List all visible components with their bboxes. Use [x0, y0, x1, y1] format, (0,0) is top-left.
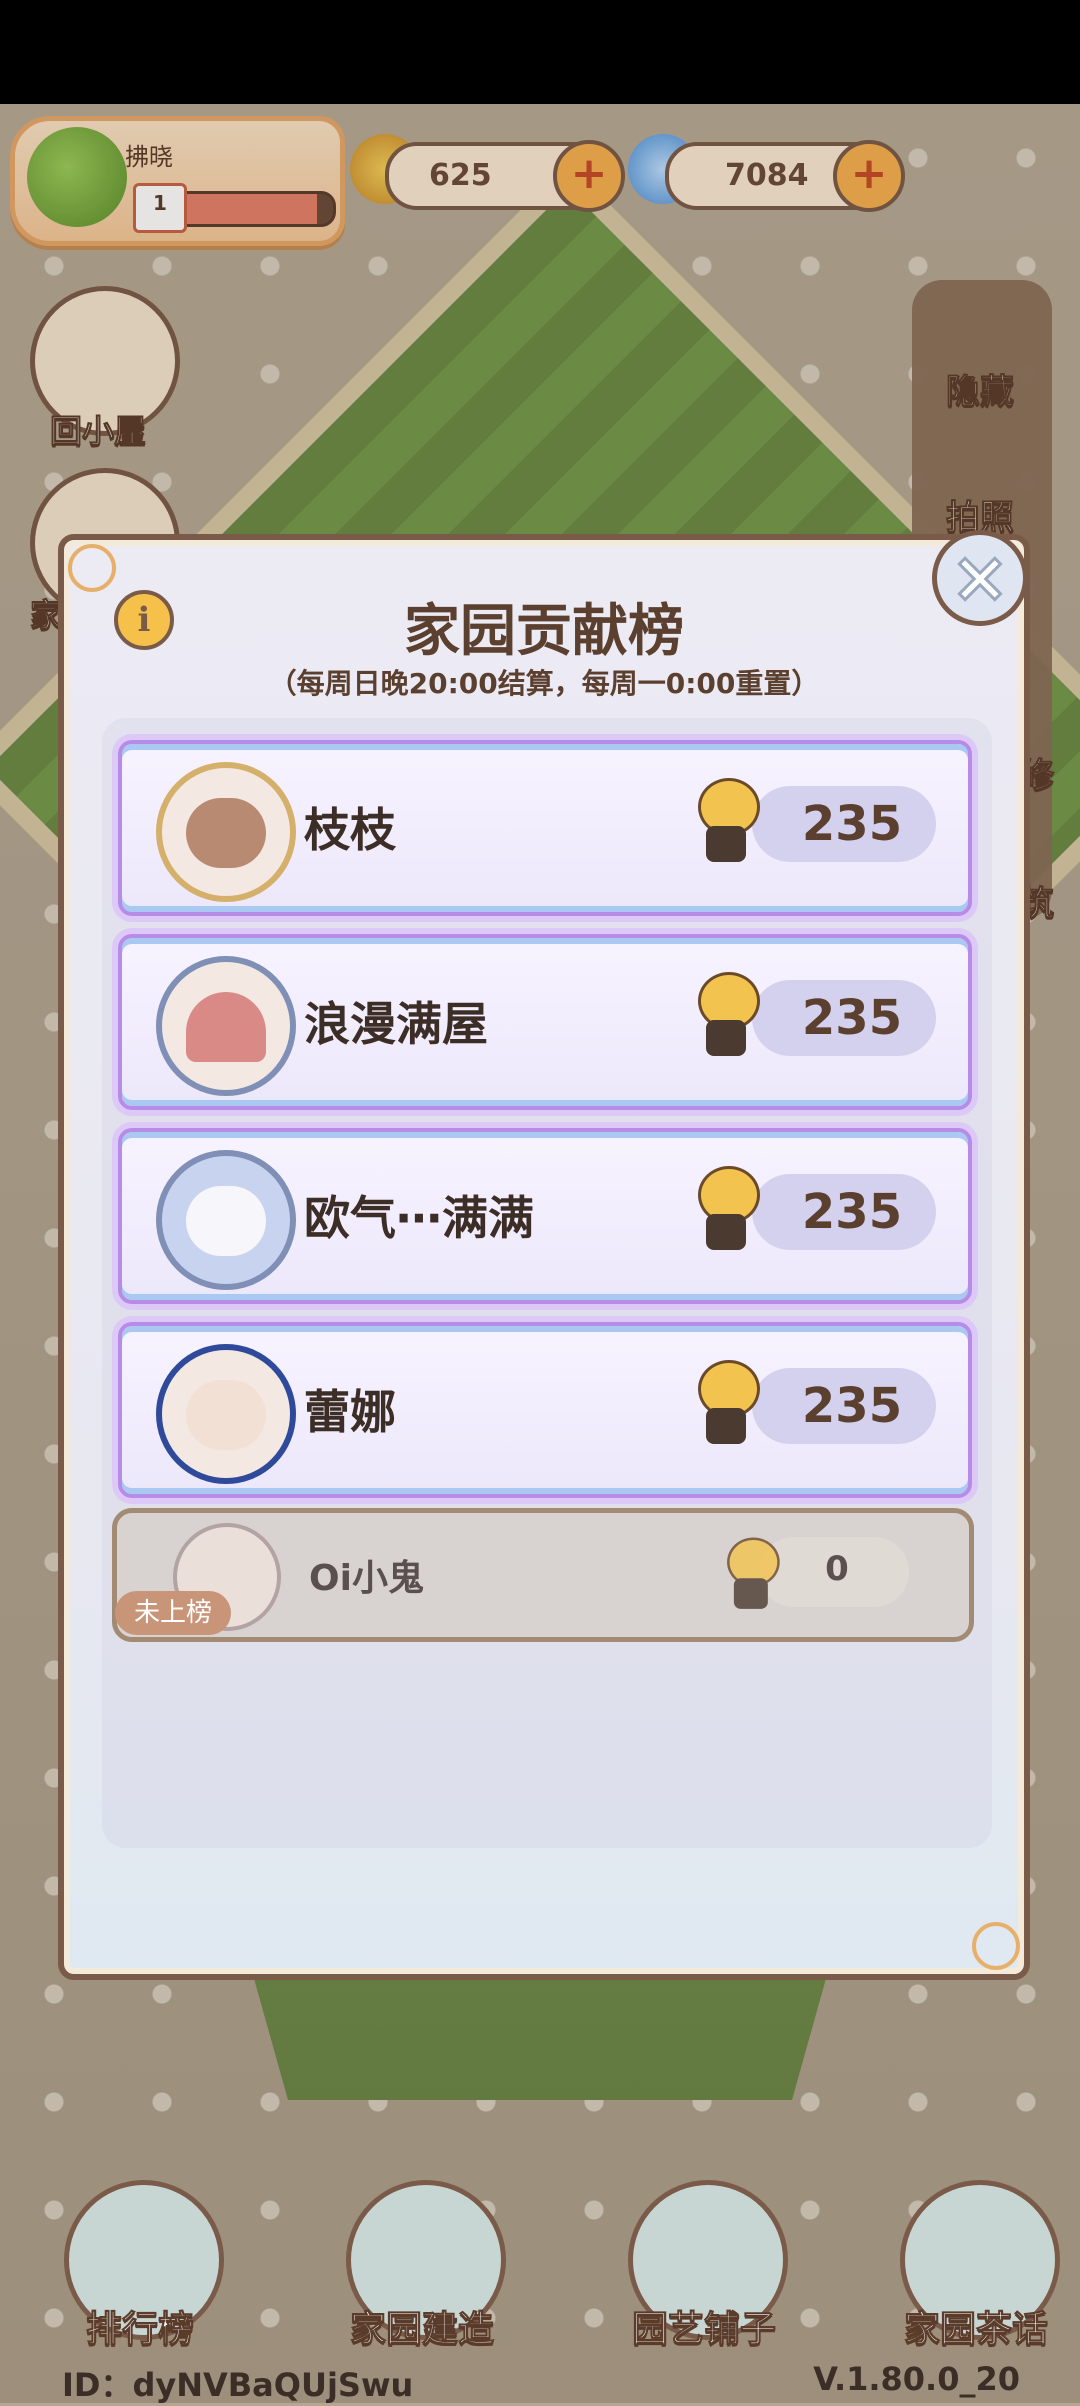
snail-icon [722, 1537, 780, 1610]
corner-ornament [68, 544, 116, 592]
close-icon: × [949, 535, 1011, 620]
snail-icon [692, 972, 760, 1058]
snail-icon [692, 1166, 760, 1252]
avatar [156, 1344, 296, 1484]
corner-ornament [972, 1922, 1020, 1970]
snail-icon [692, 778, 760, 864]
self-name: Oi小鬼 [309, 1558, 424, 1599]
leaderboard-label: 排行榜 [85, 2309, 194, 2351]
ranking-row[interactable]: 枝枝 235 [118, 740, 972, 916]
ranking-score: 235 [801, 990, 903, 1046]
close-button[interactable]: × [932, 530, 1028, 626]
tea-chat-label: 家园茶话 [903, 2309, 1048, 2351]
ranking-name: 欧气⋯满满 [304, 1191, 534, 1245]
user-id: ID：dyNVBaQUjSwu [62, 2366, 414, 2404]
ranking-name: 浪漫满屋 [304, 997, 488, 1051]
build-home-label: 家园建造 [349, 2309, 494, 2351]
modal-subtitle: （每周日晚20:00结算，每周一0:00重置） [268, 667, 820, 700]
ranking-row[interactable]: 欧气⋯满满 235 [118, 1128, 972, 1304]
avatar [156, 762, 296, 902]
ranking-name: 蕾娜 [304, 1385, 396, 1439]
avatar [156, 956, 296, 1096]
status-bar [0, 0, 1080, 104]
ranking-name: 枝枝 [304, 803, 396, 857]
ranking-score: 235 [801, 796, 903, 852]
ranking-score: 235 [801, 1378, 903, 1434]
self-score: 0 [825, 1549, 849, 1589]
snail-icon [692, 1360, 760, 1446]
avatar [156, 1150, 296, 1290]
version-label: V.1.80.0_20 [813, 2360, 1020, 2398]
ranking-score: 235 [801, 1184, 903, 1240]
self-ranking-row[interactable]: Oi小鬼 0 未上榜 [112, 1508, 974, 1642]
unranked-badge: 未上榜 [115, 1591, 231, 1635]
ranking-row[interactable]: 蕾娜 235 [118, 1322, 972, 1498]
garden-shop-label: 园艺铺子 [631, 2309, 776, 2351]
ranking-row[interactable]: 浪漫满屋 235 [118, 934, 972, 1110]
modal-title: 家园贡献榜 [404, 599, 684, 664]
